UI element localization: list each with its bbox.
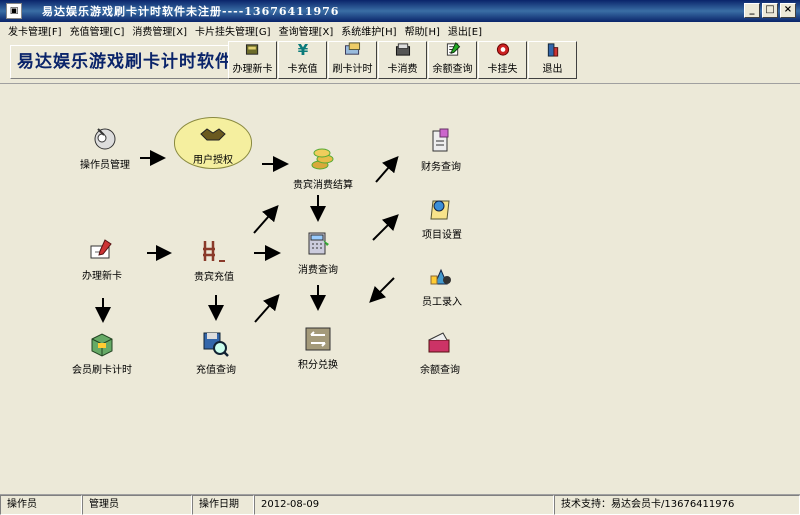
card-consume-icon (395, 43, 410, 56)
package-icon (91, 333, 113, 357)
toolbar-new-card-button[interactable]: 办理新卡 (228, 41, 277, 79)
balance-query-icon (446, 42, 460, 56)
toolbar-swipe-button[interactable]: 刷卡计时 (328, 41, 377, 79)
maximize-button[interactable]: □ (762, 3, 778, 18)
minimize-button[interactable]: _ (744, 3, 760, 18)
close-button[interactable]: × (780, 3, 796, 18)
search-disk-icon (203, 332, 229, 357)
node-staff-entry[interactable]: 员工录入 (402, 262, 482, 308)
node-vip-recharge[interactable]: 贵宾充值 (174, 237, 254, 283)
menu-lost-manage[interactable]: 卡片挂失管理[G] (195, 23, 271, 38)
toolbar: 办理新卡 ¥ 卡充值 刷卡计时 卡消费 余额查询 卡挂失 退出 (228, 41, 578, 79)
toolbar-balance-button[interactable]: 余额查询 (428, 41, 477, 79)
toolbar-area: 易达娱乐游戏刷卡计时软件 办理新卡 ¥ 卡充值 刷卡计时 卡消费 余额查询 卡挂… (0, 39, 800, 84)
menu-system[interactable]: 系统维护[H] (341, 23, 396, 38)
status-operator-value: 管理员 (82, 495, 192, 515)
handshake-icon (200, 128, 226, 141)
exchange-icon (305, 327, 331, 351)
node-vip-settlement[interactable]: 贵宾消费结算 (283, 145, 363, 191)
menu-bar: 发卡管理[F] 充值管理[C] 消费管理[X] 卡片挂失管理[G] 查询管理[X… (0, 22, 800, 39)
status-operator-label: 操作员 (0, 495, 82, 515)
window-title: 易达娱乐游戏刷卡计时软件未注册----13676411976 (42, 5, 340, 18)
staff-icon (430, 268, 451, 285)
svg-text:¥: ¥ (297, 42, 308, 57)
arrow-query-consume (254, 293, 280, 323)
card-lost-icon (496, 43, 509, 56)
node-operator-manage[interactable]: 操作员管理 (65, 125, 145, 171)
node-points-exchange[interactable]: 积分兑换 (278, 325, 358, 371)
wallet-icon (428, 332, 450, 353)
operator-icon (94, 128, 116, 150)
node-recharge-query[interactable]: 充值查询 (176, 330, 256, 376)
app-icon[interactable]: ▣ (6, 3, 22, 19)
calculator-icon (308, 232, 329, 255)
new-card-icon (245, 44, 258, 55)
status-date-value: 2012-08-09 (254, 495, 554, 515)
toolbar-recharge-button[interactable]: ¥ 卡充值 (278, 41, 327, 79)
node-member-swipe-timing[interactable]: 会员刷卡计时 (62, 330, 142, 376)
yen-icon: ¥ (297, 42, 308, 57)
arrow-consume-project (372, 214, 399, 241)
exit-icon (547, 43, 558, 57)
new-card-pen-icon (90, 239, 112, 259)
menu-consume-manage[interactable]: 消费管理[X] (132, 23, 187, 38)
toolbar-lost-button[interactable]: 卡挂失 (478, 41, 527, 79)
project-icon (430, 200, 450, 220)
toolbar-consume-button[interactable]: 卡消费 (378, 41, 427, 79)
title-bar: ▣ 易达娱乐游戏刷卡计时软件未注册----13676411976 _ □ × (0, 0, 800, 22)
menu-help[interactable]: 帮助[H] (405, 23, 440, 38)
status-support: 技术支持：易达会员卡/13676411976 (554, 495, 800, 515)
node-consume-query[interactable]: 消费查询 (278, 230, 358, 276)
node-new-card[interactable]: 办理新卡 (62, 236, 142, 282)
menu-recharge-manage[interactable]: 充值管理[C] (70, 23, 125, 38)
arrow-staff-points (369, 277, 395, 303)
toolbar-exit-button[interactable]: 退出 (528, 41, 577, 79)
node-finance-query[interactable]: 财务查询 (401, 127, 481, 173)
status-bar: 操作员 管理员 操作日期 2012-08-09 技术支持：易达会员卡/13676… (0, 494, 800, 515)
recharge-icon (203, 241, 225, 262)
menu-card-manage[interactable]: 发卡管理[F] (8, 23, 62, 38)
menu-exit[interactable]: 退出[E] (448, 23, 482, 38)
finance-icon (432, 128, 449, 152)
arrow-settlement-finance (375, 155, 399, 183)
flow-canvas: 操作员管理 用户授权 贵宾消费结算 财务查询 项目设置 办理新卡 贵宾充值 消费… (0, 85, 800, 493)
menu-query-manage[interactable]: 查询管理[X] (279, 23, 334, 38)
node-project-setting[interactable]: 项目设置 (402, 195, 482, 241)
node-balance-query[interactable]: 余额查询 (400, 330, 480, 376)
status-date-label: 操作日期 (192, 495, 254, 515)
arrow-recharge-settlement (253, 204, 279, 234)
card-swipe-icon (344, 42, 360, 55)
coins-icon (311, 148, 334, 170)
node-user-authorize[interactable]: 用户授权 (174, 117, 252, 169)
